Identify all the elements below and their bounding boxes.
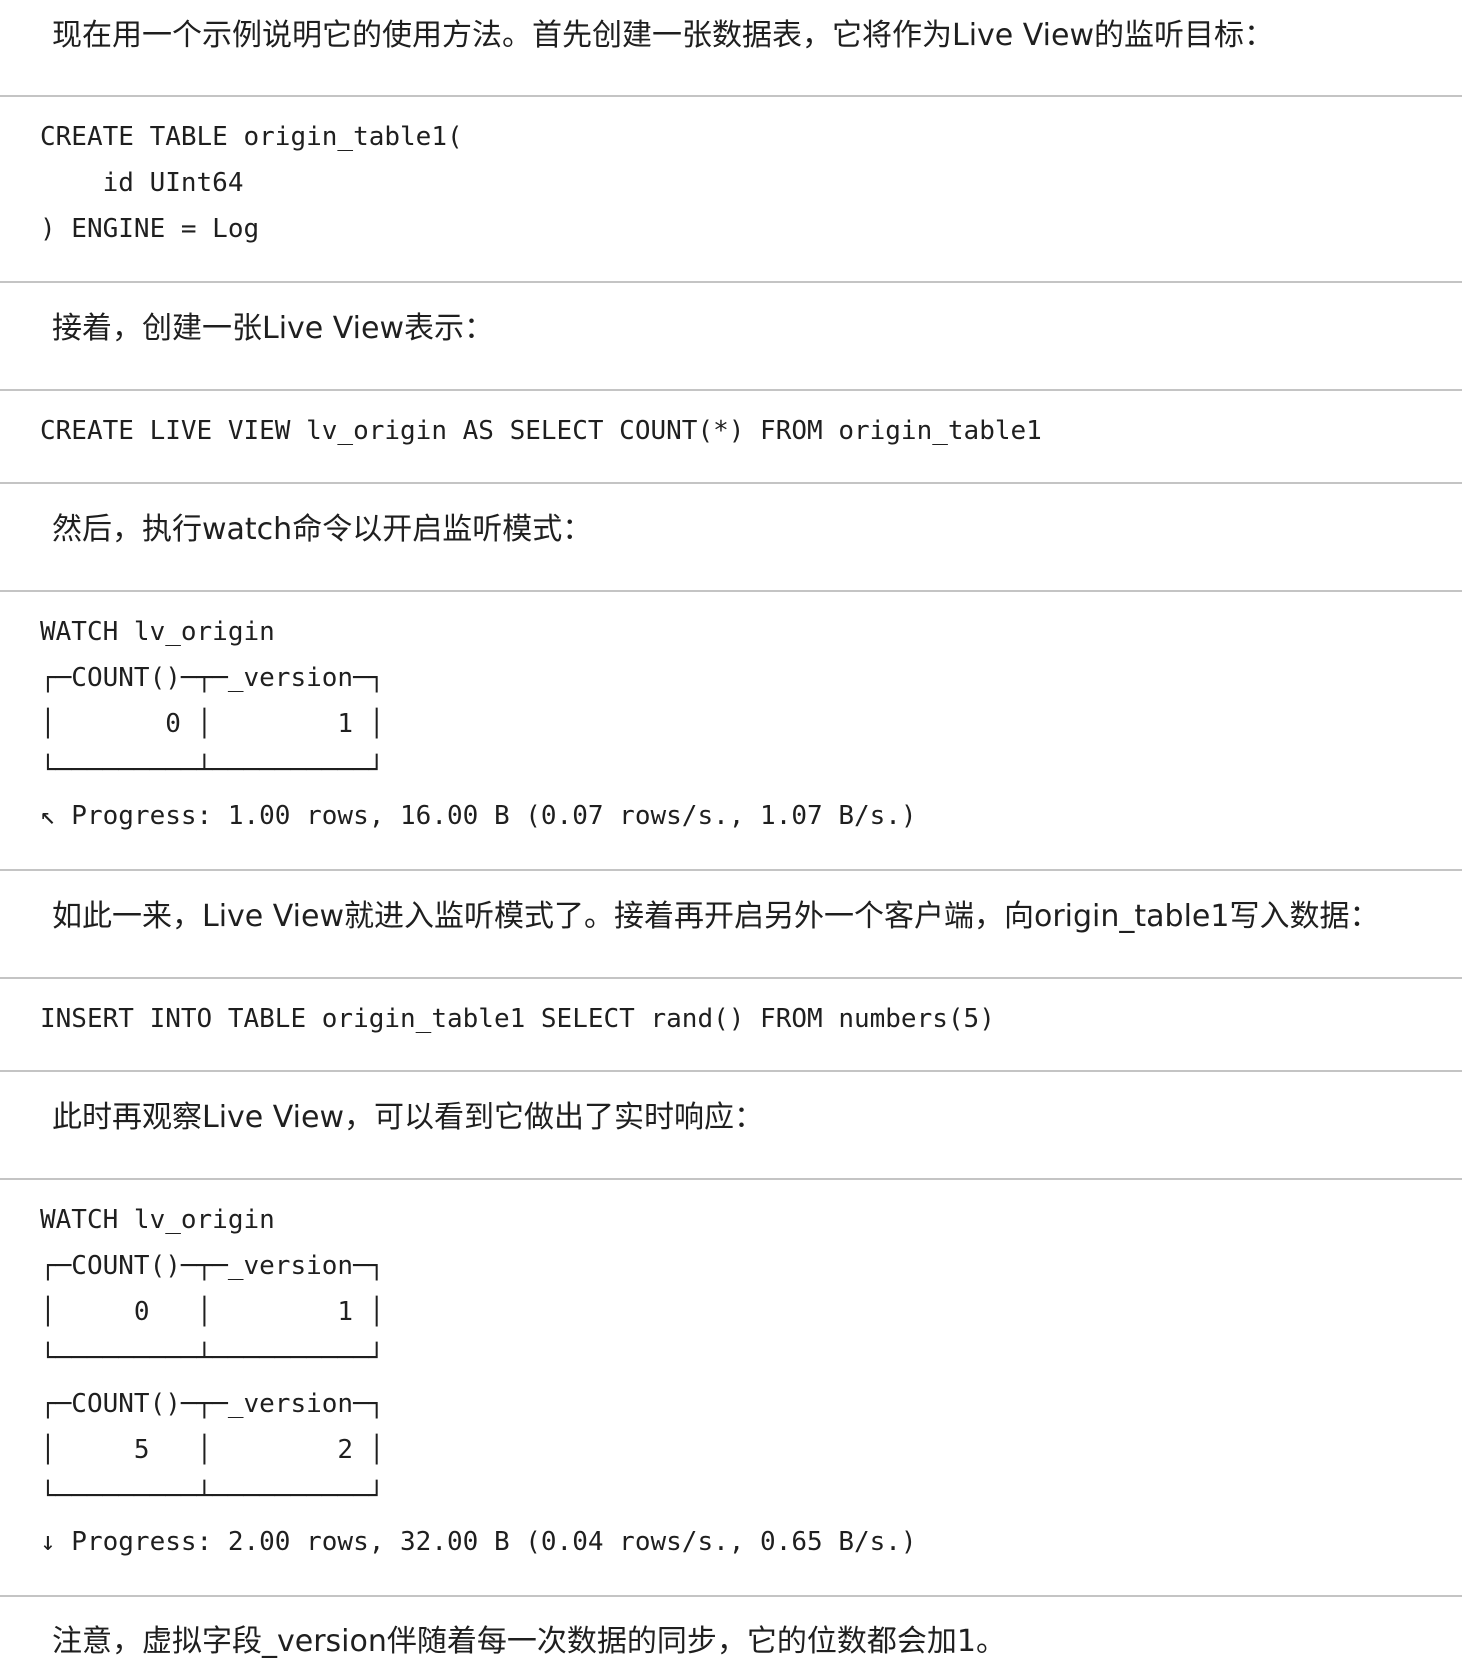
code-line: ┌─COUNT()─┬─_version─┐ <box>40 1251 385 1281</box>
divider <box>0 281 1462 283</box>
paragraph-version-note: 注意，虚拟字段_version伴随着每一次数据的同步，它的位数都会加1。 <box>52 1624 1006 1659</box>
divider <box>0 869 1462 871</box>
code-line: └─────────┴──────────┘ <box>40 1343 385 1373</box>
code-block-watch-output-2: WATCH lv_origin ┌─COUNT()─┬─_version─┐ │ 0… <box>40 1197 917 1565</box>
document: 现在用一个示例说明它的使用方法。首先创建一张数据表，它将作为Live View的… <box>0 0 1462 1662</box>
code-block-insert: INSERT INTO TABLE origin_table1 SELECT r… <box>40 996 995 1042</box>
code-line: ┌─COUNT()─┬─_version─┐ <box>40 663 385 693</box>
code-block-create-table: CREATE TABLE origin_table1( id UInt64 ) E… <box>40 114 463 252</box>
paragraph-insert-note: 如此一来，Live View就进入监听模式了。接着再开启另外一个客户端，向ori… <box>52 899 1380 934</box>
code-line: CREATE TABLE origin_table1( <box>40 122 463 152</box>
code-line: └─────────┴──────────┘ <box>40 755 385 785</box>
code-line: ↓ Progress: 2.00 rows, 32.00 B (0.04 row… <box>40 1527 917 1557</box>
code-line: │ 0 │ 1 │ <box>40 1297 385 1327</box>
paragraph-watch-command: 然后，执行watch命令以开启监听模式： <box>52 512 593 547</box>
code-line: ┌─COUNT()─┬─_version─┐ <box>40 1389 385 1419</box>
code-line: INSERT INTO TABLE origin_table1 SELECT r… <box>40 1004 995 1034</box>
code-line: CREATE LIVE VIEW lv_origin AS SELECT COU… <box>40 416 1042 446</box>
divider <box>0 1178 1462 1180</box>
code-line: └─────────┴──────────┘ <box>40 1481 385 1511</box>
divider <box>0 590 1462 592</box>
code-line: id UInt64 <box>40 168 244 198</box>
code-line: ) ENGINE = Log <box>40 214 260 244</box>
code-block-create-live-view: CREATE LIVE VIEW lv_origin AS SELECT COU… <box>40 408 1042 454</box>
divider <box>0 1595 1462 1597</box>
paragraph-intro: 现在用一个示例说明它的使用方法。首先创建一张数据表，它将作为Live View的… <box>52 18 1274 53</box>
code-block-watch-output-1: WATCH lv_origin ┌─COUNT()─┬─_version─┐ │ 0… <box>40 609 917 839</box>
divider <box>0 389 1462 391</box>
code-line: │ 0 │ 1 │ <box>40 709 385 739</box>
divider <box>0 1070 1462 1072</box>
code-line: WATCH lv_origin <box>40 617 275 647</box>
paragraph-create-view: 接着，创建一张Live View表示： <box>52 311 494 346</box>
code-line: │ 5 │ 2 │ <box>40 1435 385 1465</box>
code-line: ↖ Progress: 1.00 rows, 16.00 B (0.07 row… <box>40 801 917 831</box>
divider <box>0 95 1462 97</box>
divider <box>0 482 1462 484</box>
code-line: WATCH lv_origin <box>40 1205 275 1235</box>
divider <box>0 977 1462 979</box>
paragraph-observe: 此时再观察Live View，可以看到它做出了实时响应： <box>52 1100 764 1135</box>
